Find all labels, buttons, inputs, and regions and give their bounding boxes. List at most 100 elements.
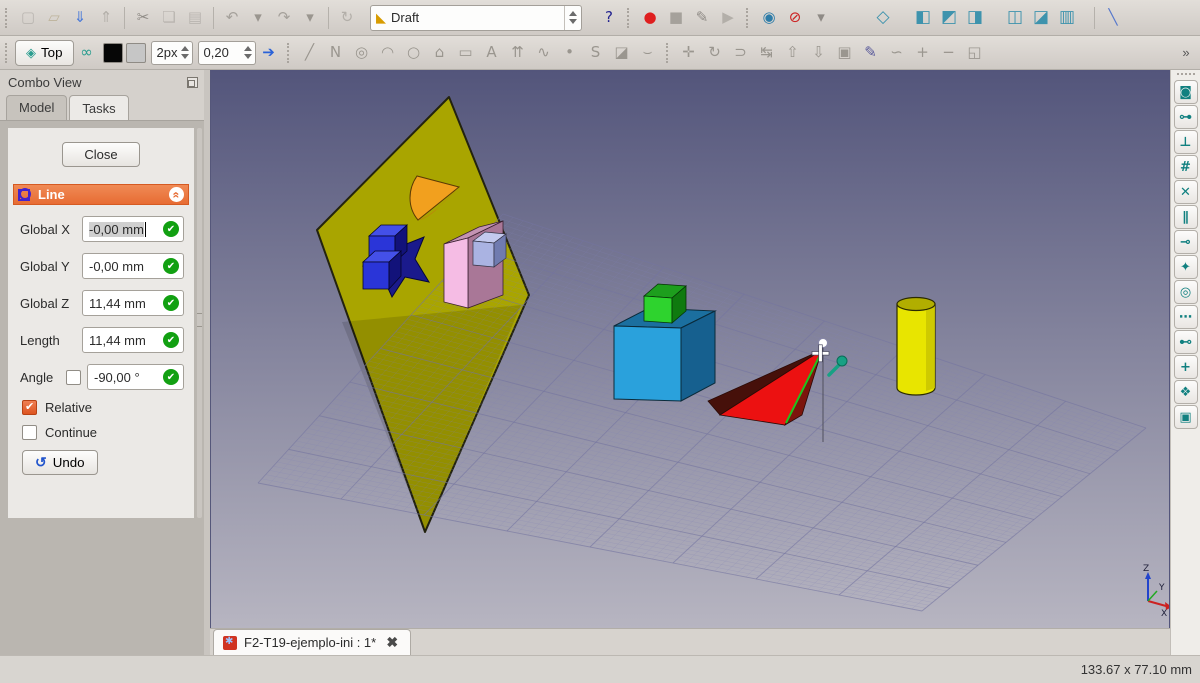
draft-line-button[interactable]: ╱ — [297, 40, 323, 66]
construction-mode-toggle[interactable]: ∞ — [74, 40, 100, 66]
length-field[interactable]: 11,44 mm — [82, 327, 184, 353]
draft-rectangle-button[interactable]: ▭ — [453, 40, 479, 66]
view-rear-button[interactable]: ◫ — [1002, 5, 1028, 31]
new-file-button[interactable]: ▢ — [15, 5, 41, 31]
draft-add-point-button[interactable]: + — [910, 40, 936, 66]
toolbar-overflow-button[interactable]: » — [1176, 41, 1196, 65]
draft-dimension-button[interactable]: ⇈ — [505, 40, 531, 66]
redo-dropdown[interactable]: ▾ — [297, 5, 323, 31]
snap-extension-button[interactable]: + — [1173, 355, 1198, 379]
draw-style-dropdown[interactable]: ▾ — [808, 5, 834, 31]
snap-dimensions-button[interactable]: ⋯ — [1173, 305, 1198, 329]
panel-scrollbar[interactable] — [197, 128, 202, 518]
draft-move-button[interactable]: ✛ — [676, 40, 702, 66]
snap-near-button[interactable]: ⊷ — [1173, 330, 1198, 354]
toolbar-grip[interactable] — [1176, 73, 1195, 78]
scale-spinbox[interactable]: 0,20 — [197, 40, 256, 65]
toolbar-grip[interactable] — [665, 42, 672, 63]
yellow-cylinder-object[interactable] — [896, 296, 936, 396]
snap-ortho-button[interactable]: ❖ — [1173, 380, 1198, 404]
global-y-field[interactable]: -0,00 mm — [82, 253, 184, 279]
line-color-swatch[interactable] — [102, 42, 123, 63]
draft-text-button[interactable]: A — [479, 40, 505, 66]
snap-endpoint-button[interactable]: ⊸ — [1173, 230, 1198, 254]
snap-center-button[interactable]: ◎ — [1173, 280, 1198, 304]
measure-distance-button[interactable]: ╲ — [1100, 5, 1126, 31]
refresh-button[interactable]: ↻ — [334, 5, 360, 31]
view-top-button[interactable]: ◩ — [936, 5, 962, 31]
angle-checkbox[interactable] — [66, 369, 81, 385]
tab-model[interactable]: Model — [6, 95, 68, 120]
toolbar-grip[interactable] — [746, 7, 752, 28]
lavender-cube-object[interactable] — [472, 231, 507, 268]
draft-upgrade-button[interactable]: ⇧ — [780, 40, 806, 66]
workbench-selector[interactable]: ◣ Draft — [370, 4, 582, 31]
toolbar-grip[interactable] — [5, 42, 11, 63]
snap-grid-button[interactable]: # — [1173, 155, 1198, 179]
view-axonometric-button[interactable]: ◇ — [870, 5, 896, 31]
draft-offset-button[interactable]: ⊃ — [728, 40, 754, 66]
view-left-button[interactable]: ▥ — [1054, 5, 1080, 31]
draft-wire-button[interactable]: N — [323, 40, 349, 66]
close-document-icon[interactable] — [383, 634, 401, 651]
toolbar-grip[interactable] — [286, 42, 293, 63]
global-x-field[interactable]: -0,00 mm — [82, 216, 184, 242]
macro-record-button[interactable]: ● — [637, 5, 663, 31]
cut-button[interactable]: ✂ — [130, 5, 156, 31]
copy-button[interactable]: ❏ — [156, 5, 182, 31]
macro-stop-button[interactable]: ■ — [663, 5, 689, 31]
whats-this-button[interactable]: ? — [596, 5, 622, 31]
snap-perpendicular-button[interactable]: ⊥ — [1173, 130, 1198, 154]
undo-button[interactable]: ↶ — [219, 5, 245, 31]
apply-style-button[interactable]: ➔ — [256, 40, 282, 66]
snap-special-button[interactable]: ✦ — [1173, 255, 1198, 279]
close-task-button[interactable]: Close — [62, 142, 140, 167]
float-panel-icon[interactable] — [187, 76, 198, 88]
snap-lock-button[interactable]: ◙ — [1173, 80, 1198, 104]
angle-field[interactable]: -90,00 ° — [87, 364, 184, 390]
line-width-spinbox[interactable]: 2px — [150, 40, 193, 65]
snap-intersection-button[interactable]: ✕ — [1173, 180, 1198, 204]
open-file-button[interactable]: ▱ — [41, 5, 67, 31]
draft-facebinder-button[interactable]: ◪ — [609, 40, 635, 66]
macro-play-button[interactable]: ▶ — [715, 5, 741, 31]
undo-dropdown[interactable]: ▾ — [245, 5, 271, 31]
draft-curve-button[interactable]: ⌣ — [635, 40, 661, 66]
collapse-section-icon[interactable] — [169, 187, 184, 202]
working-plane-button[interactable]: ◈ Top — [15, 39, 74, 66]
view-front-button[interactable]: ◧ — [910, 5, 936, 31]
tab-tasks[interactable]: Tasks — [69, 95, 129, 121]
redo-button[interactable]: ↷ — [271, 5, 297, 31]
draft-join-button[interactable]: ∽ — [884, 40, 910, 66]
draft-rotate-button[interactable]: ↻ — [702, 40, 728, 66]
view-right-button[interactable]: ◨ — [962, 5, 988, 31]
macro-edit-button[interactable]: ✎ — [689, 5, 715, 31]
draft-polygon-button[interactable]: ⌂ — [427, 40, 453, 66]
paste-button[interactable]: ▤ — [182, 5, 208, 31]
draft-delete-point-button[interactable]: − — [936, 40, 962, 66]
draft-downgrade-button[interactable]: ⇩ — [806, 40, 832, 66]
snap-midpoint-button[interactable]: ⊶ — [1173, 105, 1198, 129]
3d-viewport[interactable]: Z Y X — [210, 70, 1170, 628]
draft-point-button[interactable]: • — [557, 40, 583, 66]
draft-edit-button[interactable]: ✎ — [858, 40, 884, 66]
face-color-swatch[interactable] — [125, 42, 146, 63]
snap-working-plane-button[interactable]: ▣ — [1173, 405, 1198, 429]
export-button[interactable]: ⇑ — [93, 5, 119, 31]
fit-all-button[interactable]: ◉ — [756, 5, 782, 31]
save-button[interactable]: ⇓ — [67, 5, 93, 31]
workbench-spinner[interactable] — [564, 5, 581, 30]
draft-bspline-button[interactable]: ∿ — [531, 40, 557, 66]
toolbar-grip[interactable] — [627, 7, 633, 28]
draw-style-button[interactable]: ⊘ — [782, 5, 808, 31]
draft-ellipse-button[interactable]: ○ — [401, 40, 427, 66]
view-bottom-button[interactable]: ◪ — [1028, 5, 1054, 31]
document-tab[interactable]: F2-T19-ejemplo-ini : 1* — [213, 629, 412, 655]
draft-circle-button[interactable]: ◎ — [349, 40, 375, 66]
global-z-field[interactable]: 11,44 mm — [82, 290, 184, 316]
draft-scale-button[interactable]: ▣ — [832, 40, 858, 66]
undo-button[interactable]: Undo — [22, 450, 98, 475]
draft-bezier-button[interactable]: S — [583, 40, 609, 66]
draft-shape2dview-button[interactable]: ◱ — [962, 40, 988, 66]
continue-checkbox[interactable] — [22, 425, 37, 440]
